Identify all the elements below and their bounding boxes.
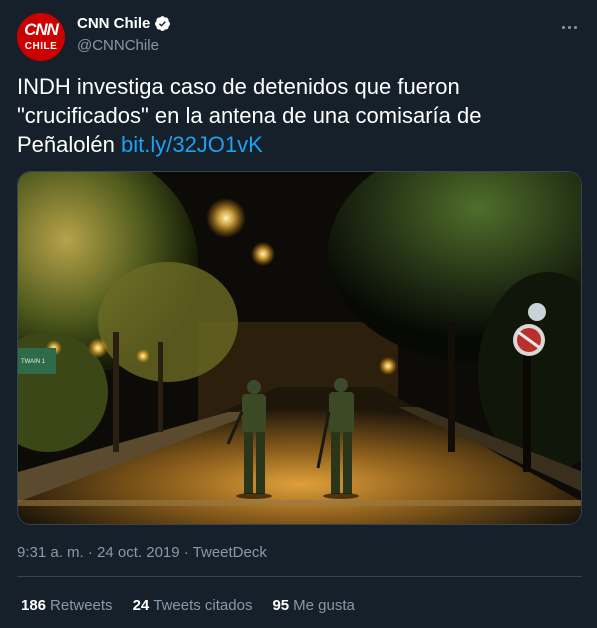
quotes-count: 24	[132, 597, 150, 614]
tweet-text: INDH investiga caso de detenidos que fue…	[17, 72, 577, 159]
verified-badge-icon	[155, 16, 171, 31]
name-row: CNN Chile	[77, 15, 171, 32]
avatar-brand: CNN	[24, 20, 59, 39]
quotes-label: Tweets citados	[153, 597, 253, 614]
handle[interactable]: @CNNChile	[77, 37, 159, 54]
street-sign-text: TWAIN 1	[21, 359, 46, 365]
night-street-photo: TWAIN 1	[18, 172, 581, 524]
tweet-stats: 186 Retweets 24 Tweets citados 95 Me gusta	[21, 597, 375, 614]
tweet-timestamp[interactable]: 9:31 a. m. · 24 oct. 2019 · TweetDeck	[17, 544, 267, 561]
avatar-sub: CHILE	[24, 41, 58, 52]
tweet-photo[interactable]: TWAIN 1	[17, 171, 582, 525]
likes-count: 95	[272, 597, 290, 614]
divider	[17, 576, 582, 577]
retweets-label: Retweets	[50, 597, 113, 614]
tweet-header: CNN CHILE CNN Chile @CNNChile	[17, 10, 582, 62]
tweet-link[interactable]: bit.ly/32JO1vK	[121, 132, 263, 157]
retweets-count: 186	[21, 597, 47, 614]
more-options-icon[interactable]	[556, 14, 582, 40]
quotes-stat[interactable]: 24 Tweets citados	[133, 597, 253, 614]
avatar[interactable]: CNN CHILE	[17, 13, 65, 61]
likes-label: Me gusta	[293, 597, 355, 614]
likes-stat[interactable]: 95 Me gusta	[272, 597, 354, 614]
retweets-stat[interactable]: 186 Retweets	[21, 597, 113, 614]
display-name[interactable]: CNN Chile	[77, 15, 150, 32]
